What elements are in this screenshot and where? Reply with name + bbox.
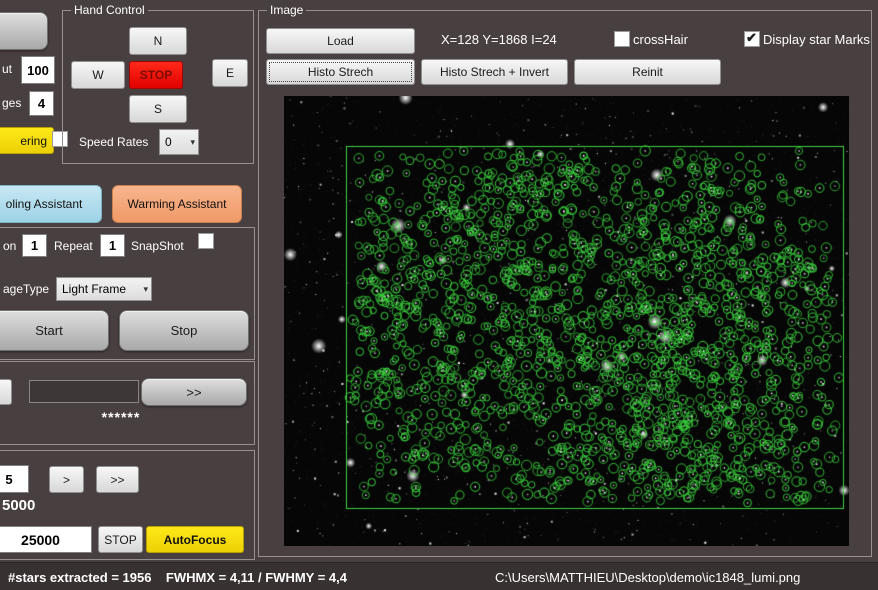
star-image-canvas[interactable] — [284, 96, 849, 546]
repeat-input[interactable]: 1 — [100, 234, 125, 257]
hand-control-title: Hand Control — [71, 3, 148, 17]
focuser-groupbox: 5 > >> 5000 25000 STOP AutoFocus — [0, 450, 255, 560]
chevron-down-icon: ▾ — [143, 283, 148, 294]
camera-groupbox: on 1 Repeat 1 SnapShot ageType Light Fra… — [0, 227, 255, 360]
image-type-value: Light Frame — [62, 282, 127, 296]
focus-target-input[interactable]: 25000 — [0, 526, 92, 553]
chevron-down-icon: ▾ — [190, 136, 195, 147]
timeout-label: ut — [2, 62, 13, 76]
south-button[interactable]: S — [129, 95, 187, 123]
stop-button[interactable]: Stop — [119, 310, 249, 351]
speed-rates-label: Speed Rates — [79, 135, 149, 149]
start-button[interactable]: Start — [0, 310, 109, 351]
focus-step-input[interactable]: 5 — [0, 465, 29, 493]
cropped-left-button[interactable] — [0, 379, 12, 405]
speed-rates-dropdown[interactable]: 0 ▾ — [159, 129, 199, 155]
exposure-input[interactable]: 1 — [22, 234, 47, 257]
timeout-input[interactable]: 100 — [21, 56, 55, 84]
focus-position-text: 5000 — [2, 497, 36, 514]
crosshair-label: crossHair — [633, 32, 688, 47]
cooling-assistant-button[interactable]: oling Assistant — [0, 185, 102, 223]
image-type-label: ageType — [3, 282, 50, 296]
app-window: ut 100 ges 4 ering Hand Control N W STOP… — [0, 0, 878, 590]
image-groupbox: Image Load X=128 Y=1868 I=24 crossHair D… — [258, 3, 872, 557]
warming-assistant-button[interactable]: Warming Assistant — [112, 185, 242, 223]
image-title: Image — [267, 3, 307, 17]
text-send-groupbox: >> ****** — [0, 361, 255, 445]
cursor-coords-text: X=128 Y=1868 I=24 — [441, 32, 557, 47]
focus-stop-button[interactable]: STOP — [98, 526, 143, 553]
histo-stretch-invert-button[interactable]: Histo Strech + Invert — [421, 59, 568, 85]
image-type-dropdown[interactable]: Light Frame ▾ — [56, 277, 152, 301]
star-marks-label: Display star Marks — [763, 32, 870, 47]
send-button[interactable]: >> — [141, 378, 247, 406]
autofocus-button[interactable]: AutoFocus — [146, 526, 244, 553]
speed-rates-value: 0 — [165, 135, 172, 149]
west-button[interactable]: W — [71, 61, 125, 89]
frames-label: ges — [2, 96, 22, 110]
exposure-label: on — [3, 239, 17, 253]
load-button[interactable]: Load — [266, 28, 415, 54]
dithering-button[interactable]: ering — [0, 127, 54, 154]
reinit-button[interactable]: Reinit — [574, 59, 721, 85]
crosshair-checkbox[interactable] — [614, 31, 630, 47]
snapshot-checkbox[interactable] — [198, 233, 214, 249]
step-button[interactable]: > — [49, 466, 84, 493]
cropped-top-button[interactable] — [0, 12, 48, 50]
hand-control-groupbox: Hand Control N W STOP E S Speed Rates 0 … — [62, 3, 254, 164]
status-bar: #stars extracted = 1956 FWHMX = 4,11 / F… — [0, 562, 878, 590]
snapshot-label: SnapShot — [131, 239, 184, 253]
east-button[interactable]: E — [212, 59, 248, 87]
text-input[interactable] — [29, 380, 139, 403]
repeat-label: Repeat — [54, 239, 93, 253]
north-button[interactable]: N — [129, 27, 187, 55]
star-marks-checkbox[interactable] — [744, 30, 760, 47]
masked-text: ****** — [101, 409, 141, 425]
stats-text: #stars extracted = 1956 FWHMX = 4,11 / F… — [8, 570, 347, 585]
fast-step-button[interactable]: >> — [96, 466, 139, 493]
file-path-text: C:\Users\MATTHIEU\Desktop\demo\ic1848_lu… — [495, 570, 801, 585]
stop-hand-button[interactable]: STOP — [129, 61, 183, 89]
histo-stretch-button[interactable]: Histo Strech — [266, 59, 415, 85]
frames-input[interactable]: 4 — [29, 91, 54, 116]
